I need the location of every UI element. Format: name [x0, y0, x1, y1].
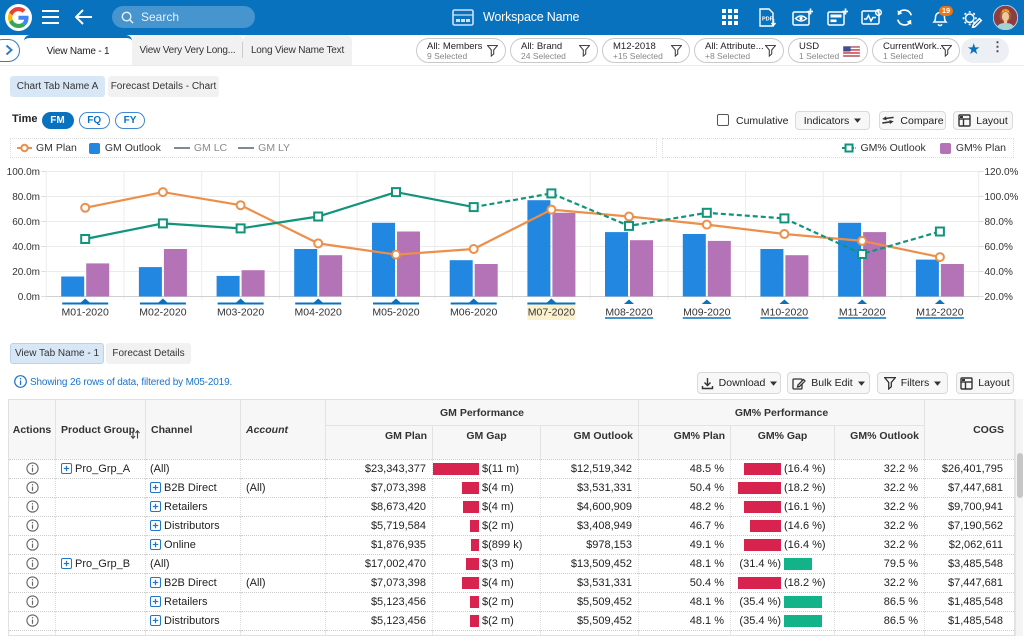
svg-text:40.0m: 40.0m [12, 242, 40, 253]
svg-text:60.0%: 60.0% [985, 242, 1013, 253]
svg-text:M12-2020: M12-2020 [916, 307, 963, 319]
svg-text:M03-2020: M03-2020 [217, 307, 264, 319]
svg-text:40.0%: 40.0% [985, 267, 1013, 278]
svg-text:0.0m: 0.0m [18, 292, 40, 303]
svg-text:20.0%: 20.0% [985, 292, 1013, 303]
svg-text:M10-2020: M10-2020 [761, 307, 808, 319]
svg-text:80.0%: 80.0% [985, 217, 1013, 228]
svg-text:M01-2020: M01-2020 [62, 307, 109, 319]
svg-text:100.0m: 100.0m [7, 167, 40, 178]
svg-text:100.0%: 100.0% [985, 192, 1019, 203]
svg-text:M06-2020: M06-2020 [450, 307, 497, 319]
svg-text:80.0m: 80.0m [12, 192, 40, 203]
svg-text:M11-2020: M11-2020 [839, 307, 886, 319]
svg-text:20.0m: 20.0m [12, 267, 40, 278]
svg-text:M02-2020: M02-2020 [139, 307, 186, 319]
svg-text:60.0m: 60.0m [12, 217, 40, 228]
svg-text:M07-2020: M07-2020 [528, 307, 575, 319]
svg-text:M08-2020: M08-2020 [605, 307, 652, 319]
svg-text:M09-2020: M09-2020 [683, 307, 730, 319]
svg-text:M04-2020: M04-2020 [295, 307, 342, 319]
svg-text:120.0%: 120.0% [985, 167, 1019, 178]
svg-text:M05-2020: M05-2020 [372, 307, 419, 319]
svg-text:PDF: PDF [762, 17, 774, 23]
